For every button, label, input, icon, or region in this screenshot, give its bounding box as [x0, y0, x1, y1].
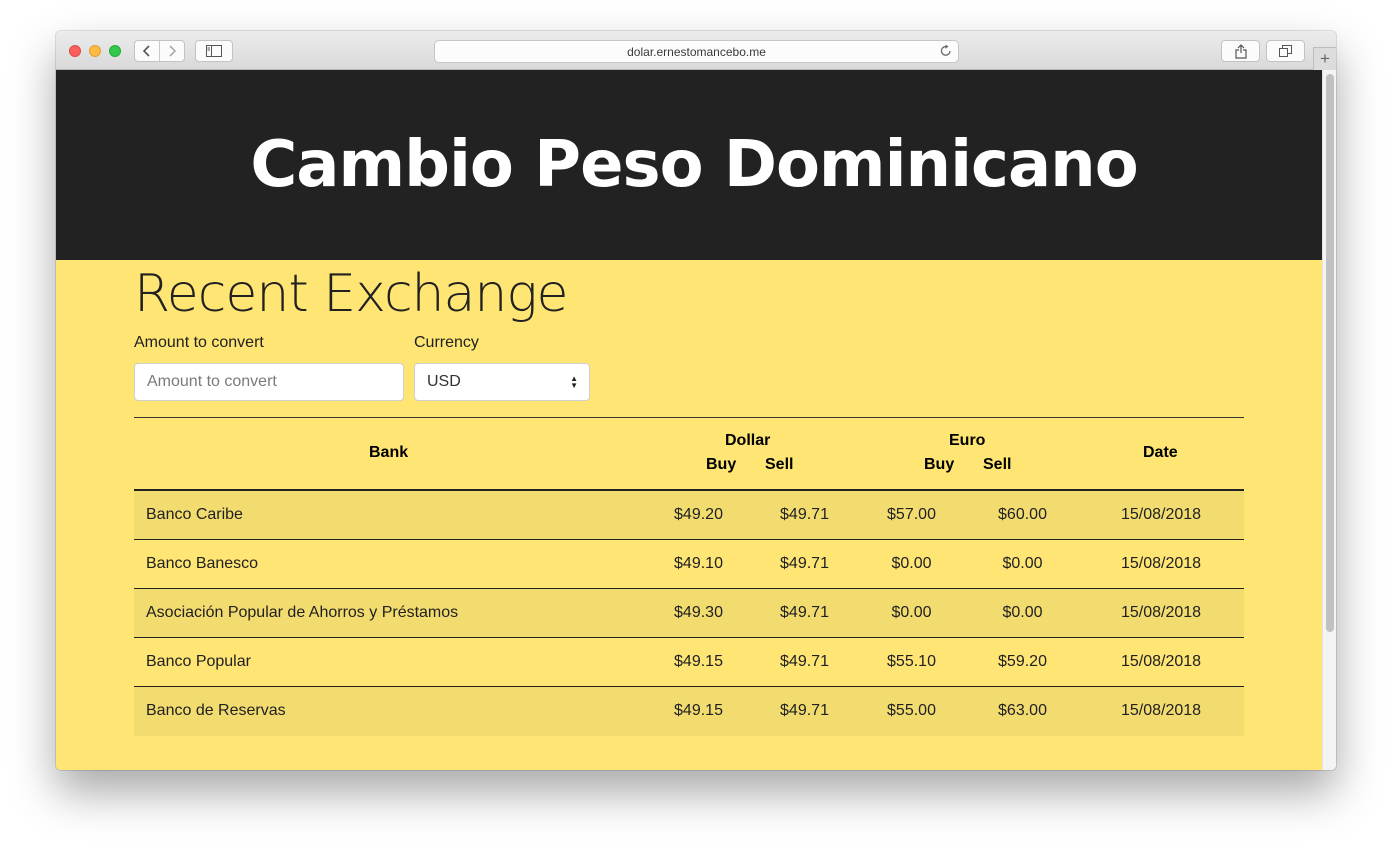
chevron-left-icon [143, 45, 150, 57]
plus-icon: + [1320, 49, 1330, 68]
dollar-buy-value: $49.15 [674, 653, 723, 670]
euro-sell-value: $0.00 [1002, 604, 1043, 621]
vertical-scrollbar[interactable] [1322, 70, 1336, 770]
currency-selected-value: USD [427, 373, 461, 390]
col-header-dollar: Dollar [725, 432, 771, 449]
back-button[interactable] [135, 41, 159, 61]
dollar-buy-value: $49.30 [674, 604, 723, 621]
bank-name: Banco Caribe [146, 506, 243, 523]
scrollbar-thumb[interactable] [1326, 74, 1334, 632]
currency-select[interactable]: USD ▲ ▼ [414, 363, 590, 401]
forward-button[interactable] [159, 41, 184, 61]
col-header-date: Date [1143, 444, 1178, 461]
reload-icon[interactable] [940, 44, 952, 60]
sidebar-toggle-button[interactable] [195, 40, 233, 62]
bank-name: Banco de Reservas [146, 702, 286, 719]
euro-buy-value: $57.00 [887, 506, 936, 523]
table-row: Banco Banesco $49.10 $49.71 $0.00 $0.00 … [134, 540, 1244, 589]
section-title: Recent Exchange [134, 264, 569, 324]
address-bar[interactable]: dolar.ernestomancebo.me [434, 40, 959, 63]
table-row: Banco Popular $49.15 $49.71 $55.10 $59.2… [134, 638, 1244, 687]
browser-window: dolar.ernestomancebo.me + Cambio Peso Do… [56, 31, 1336, 770]
dollar-buy-value: $49.15 [674, 702, 723, 719]
sidebar-icon [206, 45, 222, 57]
dollar-sell-value: $49.71 [780, 506, 829, 523]
dollar-sell-value: $49.71 [780, 702, 829, 719]
chevron-right-icon [169, 45, 176, 57]
url-text: dolar.ernestomancebo.me [627, 44, 766, 59]
table-header: Bank Dollar Buy Sell Euro Buy Sell Date [134, 417, 1244, 491]
close-window-button[interactable] [69, 45, 81, 57]
rate-date: 15/08/2018 [1120, 555, 1202, 572]
maximize-window-button[interactable] [109, 45, 121, 57]
dollar-sell-value: $49.71 [780, 555, 829, 572]
browser-toolbar: dolar.ernestomancebo.me + [56, 31, 1336, 70]
tabs-icon [1279, 45, 1292, 57]
show-tabs-button[interactable] [1266, 40, 1305, 62]
euro-sell-value: $0.00 [1002, 555, 1043, 572]
hero-header: Cambio Peso Dominicano [56, 70, 1322, 260]
col-header-dollar-sell: Sell [765, 456, 794, 473]
euro-buy-value: $0.00 [891, 555, 932, 572]
euro-buy-value: $55.00 [887, 702, 936, 719]
col-header-euro-sell: Sell [983, 456, 1012, 473]
rate-date: 15/08/2018 [1120, 506, 1202, 523]
dollar-sell-value: $49.71 [780, 653, 829, 670]
bank-name: Banco Popular [146, 653, 251, 670]
dollar-sell-value: $49.71 [780, 604, 829, 621]
rate-date: 15/08/2018 [1120, 702, 1202, 719]
currency-field-group: Currency USD ▲ ▼ [414, 332, 590, 401]
main-content: Recent Exchange Amount to convert Curren… [134, 260, 1244, 736]
currency-label: Currency [414, 334, 479, 351]
bank-name: Asociación Popular de Ahorros y Préstamo… [146, 604, 459, 621]
euro-sell-value: $59.20 [998, 653, 1047, 670]
share-icon [1234, 43, 1247, 59]
euro-buy-value: $55.10 [887, 653, 936, 670]
dollar-buy-value: $49.20 [674, 506, 723, 523]
col-header-euro: Euro [949, 432, 986, 449]
amount-input[interactable] [134, 363, 404, 401]
amount-label: Amount to convert [134, 334, 264, 351]
rate-date: 15/08/2018 [1120, 604, 1202, 621]
amount-field-group: Amount to convert [134, 332, 404, 401]
euro-sell-value: $60.00 [998, 506, 1047, 523]
table-row: Banco Caribe $49.20 $49.71 $57.00 $60.00… [134, 491, 1244, 540]
rates-table: Bank Dollar Buy Sell Euro Buy Sell Date … [134, 417, 1244, 736]
table-row: Asociación Popular de Ahorros y Préstamo… [134, 589, 1244, 638]
page-title: Cambio Peso Dominicano [250, 128, 1138, 202]
euro-buy-value: $0.00 [891, 604, 932, 621]
col-header-euro-buy: Buy [924, 456, 955, 473]
converter-form: Amount to convert Currency USD ▲▼ [134, 332, 1244, 401]
page-viewport: Cambio Peso Dominicano Recent Exchange A… [56, 70, 1322, 770]
table-row: Banco de Reservas $49.15 $49.71 $55.00 $… [134, 687, 1244, 736]
select-arrows-icon: ▲ ▼ [570, 374, 578, 390]
rate-date: 15/08/2018 [1120, 653, 1202, 670]
new-tab-button[interactable]: + [1313, 47, 1336, 70]
euro-sell-value: $63.00 [998, 702, 1047, 719]
col-header-dollar-buy: Buy [706, 456, 737, 473]
share-button[interactable] [1221, 40, 1260, 62]
minimize-window-button[interactable] [89, 45, 101, 57]
dollar-buy-value: $49.10 [674, 555, 723, 572]
col-header-bank: Bank [369, 444, 409, 461]
navigation-buttons [134, 40, 185, 62]
bank-name: Banco Banesco [146, 555, 259, 572]
